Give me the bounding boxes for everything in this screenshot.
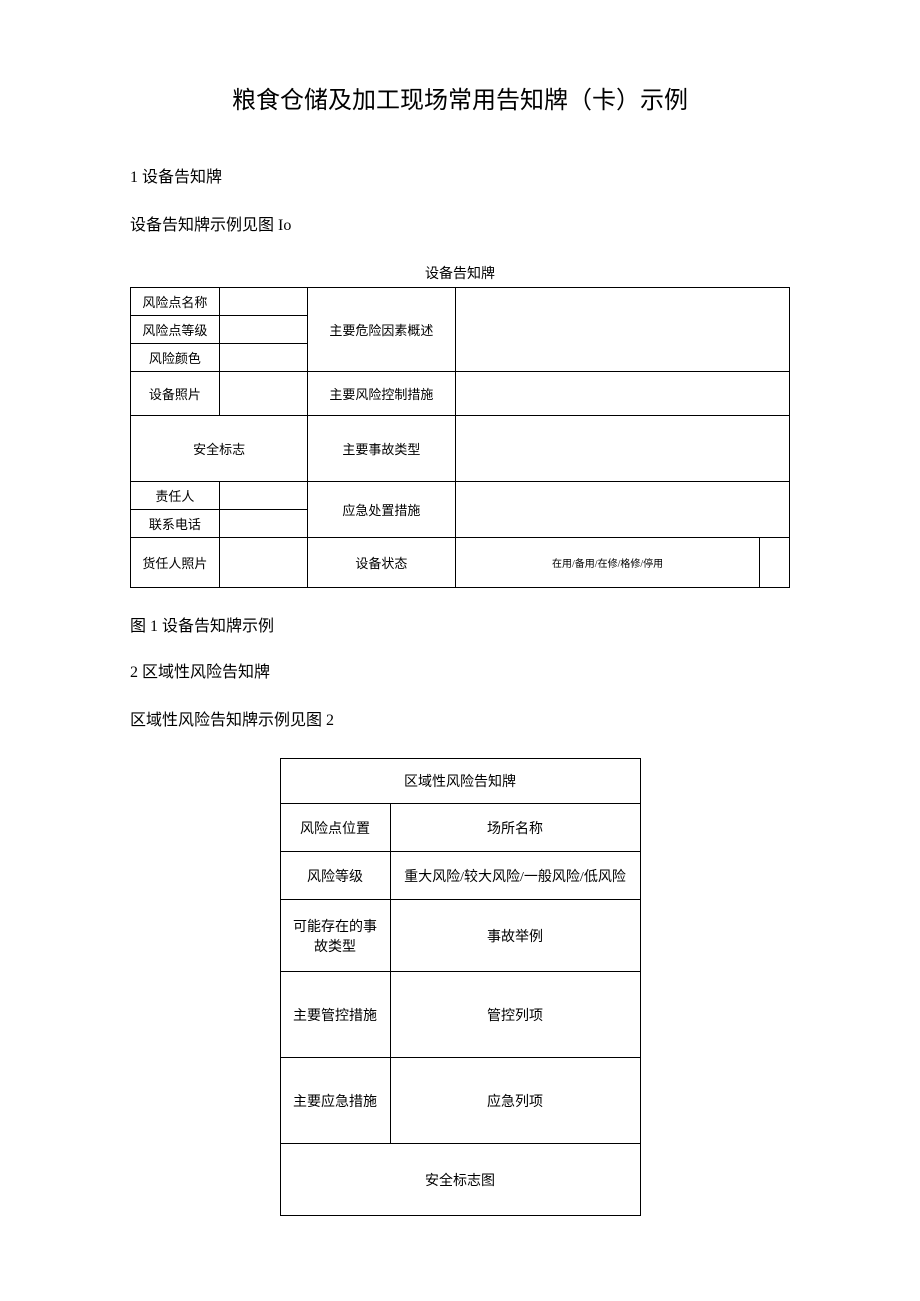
equipment-table: 风险点名称 主要危险因素概述 风险点等级 风险颜色 设备照片 主要风险控制措施 … (130, 287, 790, 588)
page-title: 粮食仓储及加工现场常用告知牌（卡）示例 (130, 80, 790, 115)
cell-emergency-measures: 主要应急措施 (280, 1058, 390, 1144)
table1-caption: 设备告知牌 (130, 263, 790, 283)
cell-empty (219, 316, 307, 344)
cell-equipment-status: 设备状态 (308, 538, 456, 588)
cell-empty (455, 372, 789, 416)
cell-contact-phone: 联系电话 (131, 510, 220, 538)
cell-safety-sign: 安全标志 (131, 416, 308, 482)
cell-risk-level-value: 重大风险/较大风险/一般风险/低风险 (390, 852, 640, 900)
cell-accident-type: 可能存在的事故类型 (280, 900, 390, 972)
cell-equipment-photo: 设备照片 (131, 372, 220, 416)
section2-heading: 2 区域性风险告知牌 (130, 658, 790, 682)
cell-risk-point-name: 风险点名称 (131, 288, 220, 316)
cell-risk-location: 风险点位置 (280, 804, 390, 852)
cell-empty (219, 372, 307, 416)
cell-main-accident-type: 主要事故类型 (308, 416, 456, 482)
cell-responsible-person: 责任人 (131, 482, 220, 510)
cell-empty (219, 288, 307, 316)
cell-main-hazard: 主要危险因素概述 (308, 288, 456, 372)
cell-risk-color: 风险颜色 (131, 344, 220, 372)
regional-header: 区域性风险告知牌 (280, 759, 640, 804)
cell-empty (219, 538, 307, 588)
section2-text: 区域性风险告知牌示例见图 2 (130, 706, 790, 730)
cell-control-items: 管控列项 (390, 972, 640, 1058)
cell-risk-level: 风险等级 (280, 852, 390, 900)
cell-empty (219, 344, 307, 372)
cell-empty (219, 510, 307, 538)
cell-control-measures: 主要管控措施 (280, 972, 390, 1058)
figure1-caption: 图 1 设备告知牌示例 (130, 612, 790, 636)
cell-safety-sign-diagram: 安全标志图 (280, 1144, 640, 1216)
cell-emergency-measures: 应急处置措施 (308, 482, 456, 538)
cell-emergency-items: 应急列项 (390, 1058, 640, 1144)
cell-empty (455, 416, 789, 482)
cell-risk-point-level: 风险点等级 (131, 316, 220, 344)
cell-empty (455, 482, 789, 538)
cell-responsible-photo: 货任人照片 (131, 538, 220, 588)
section1-heading: 1 设备告知牌 (130, 163, 790, 187)
cell-empty (455, 288, 789, 372)
cell-main-risk-control: 主要风险控制措施 (308, 372, 456, 416)
cell-accident-example: 事故举例 (390, 900, 640, 972)
cell-empty (760, 538, 790, 588)
regional-table: 区域性风险告知牌 风险点位置 场所名称 风险等级 重大风险/较大风险/一般风险/… (280, 758, 641, 1216)
cell-status-value: 在用/备用/在修/格修/停用 (455, 538, 760, 588)
section1-text: 设备告知牌示例见图 Io (130, 211, 790, 235)
cell-empty (219, 482, 307, 510)
cell-place-name: 场所名称 (390, 804, 640, 852)
